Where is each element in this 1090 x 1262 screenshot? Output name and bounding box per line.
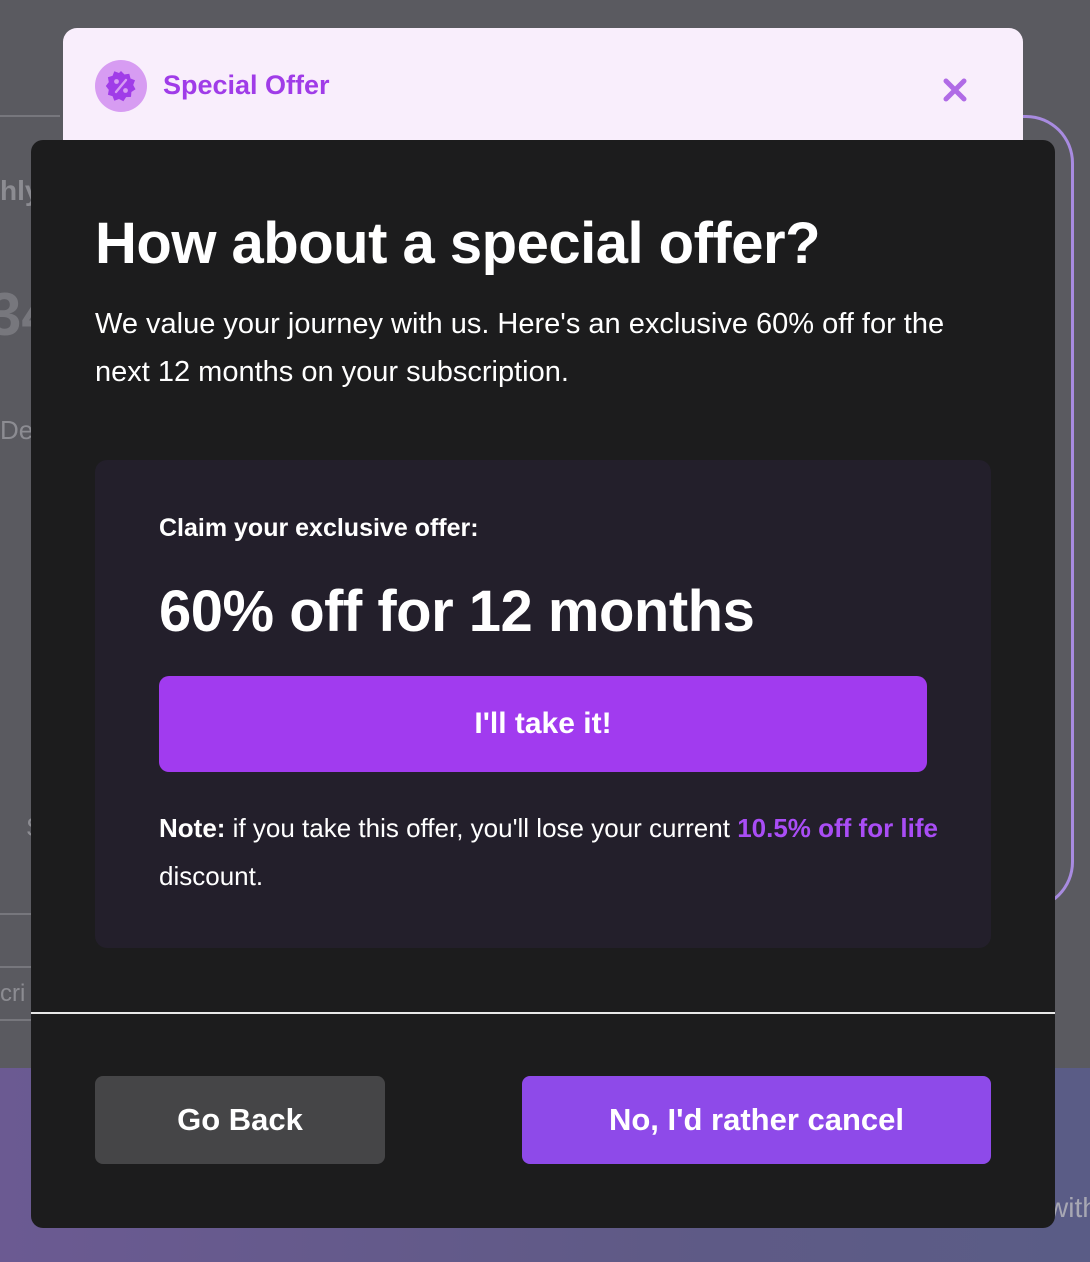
special-offer-title: Special Offer: [163, 70, 330, 100]
special-offer-modal: How about a special offer? We value your…: [31, 140, 1055, 1228]
footer-divider: [31, 1012, 1055, 1014]
note-text: if you take this offer, you'll lose your…: [225, 813, 738, 843]
offer-amount: 60% off for 12 months: [159, 579, 755, 644]
percent-badge-icon: [95, 60, 147, 112]
accept-offer-button[interactable]: I'll take it!: [159, 676, 927, 772]
cancel-subscription-button[interactable]: No, I'd rather cancel: [522, 1076, 991, 1164]
go-back-button[interactable]: Go Back: [95, 1076, 385, 1164]
modal-description: We value your journey with us. Here's an…: [95, 308, 945, 388]
close-icon: [943, 78, 967, 102]
offer-box: Claim your exclusive offer: 60% off for …: [95, 460, 991, 948]
offer-note: Note: if you take this offer, you'll los…: [159, 804, 949, 900]
close-button[interactable]: [937, 72, 973, 108]
background-text-fragment: cri: [0, 980, 26, 1007]
note-suffix: discount.: [159, 861, 264, 891]
special-offer-header: Special Offer: [63, 28, 1023, 158]
claim-label: Claim your exclusive offer:: [159, 514, 479, 542]
note-prefix: Note:: [159, 813, 226, 843]
background-text-fragment: De: [0, 415, 34, 445]
modal-heading: How about a special offer?: [95, 211, 821, 276]
current-discount-highlight: 10.5% off for life: [737, 813, 939, 843]
